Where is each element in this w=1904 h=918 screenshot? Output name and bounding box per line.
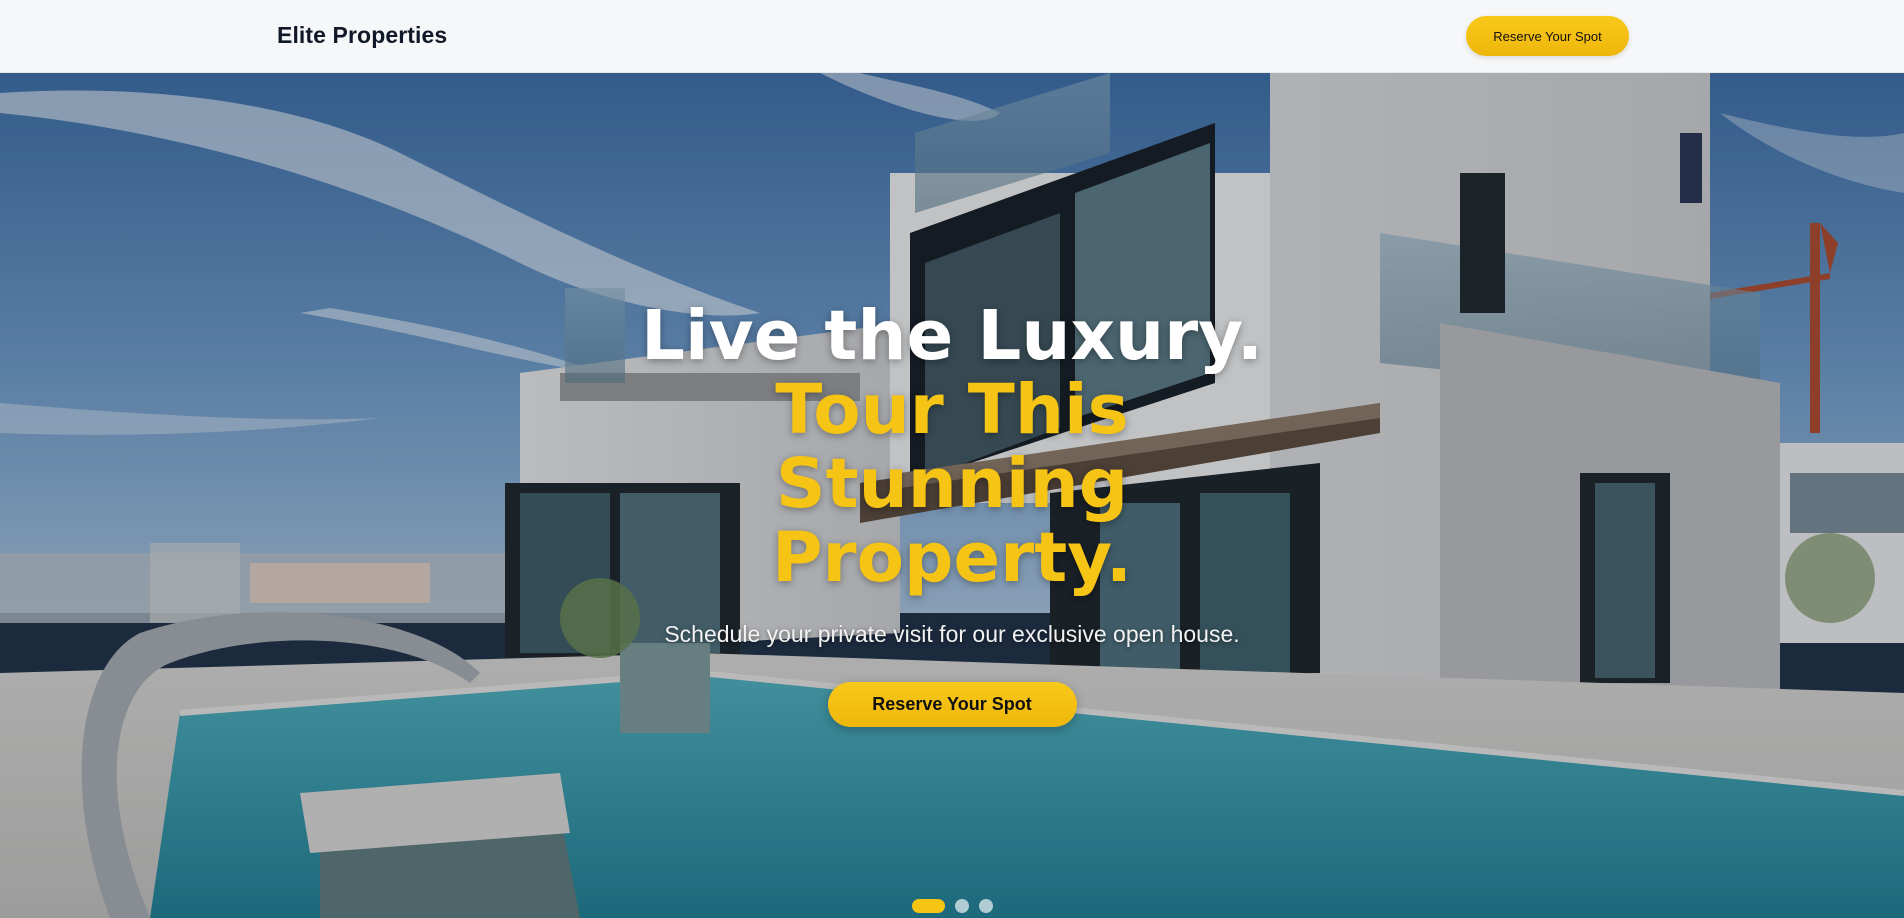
brand-logo-text[interactable]: Elite Properties [277, 22, 447, 49]
site-header: Elite Properties Reserve Your Spot [0, 0, 1904, 73]
hero-section: Live the Luxury. Tour This Stunning Prop… [0, 73, 1904, 918]
carousel-dot-1[interactable] [912, 899, 945, 913]
carousel-dot-3[interactable] [979, 899, 993, 913]
hero-reserve-button[interactable]: Reserve Your Spot [827, 682, 1077, 727]
carousel-dot-2[interactable] [955, 899, 969, 913]
hero-subtitle: Schedule your private visit for our excl… [664, 621, 1240, 647]
hero-headline-white: Live the Luxury. [641, 296, 1263, 376]
landing-page: Elite Properties Reserve Your Spot Live … [0, 0, 1904, 918]
hero-content: Live the Luxury. Tour This Stunning Prop… [0, 299, 1904, 727]
hero-headline-yellow: Tour This Stunning Property. [771, 370, 1133, 598]
carousel-indicators [912, 899, 993, 913]
header-reserve-button[interactable]: Reserve Your Spot [1466, 16, 1629, 56]
